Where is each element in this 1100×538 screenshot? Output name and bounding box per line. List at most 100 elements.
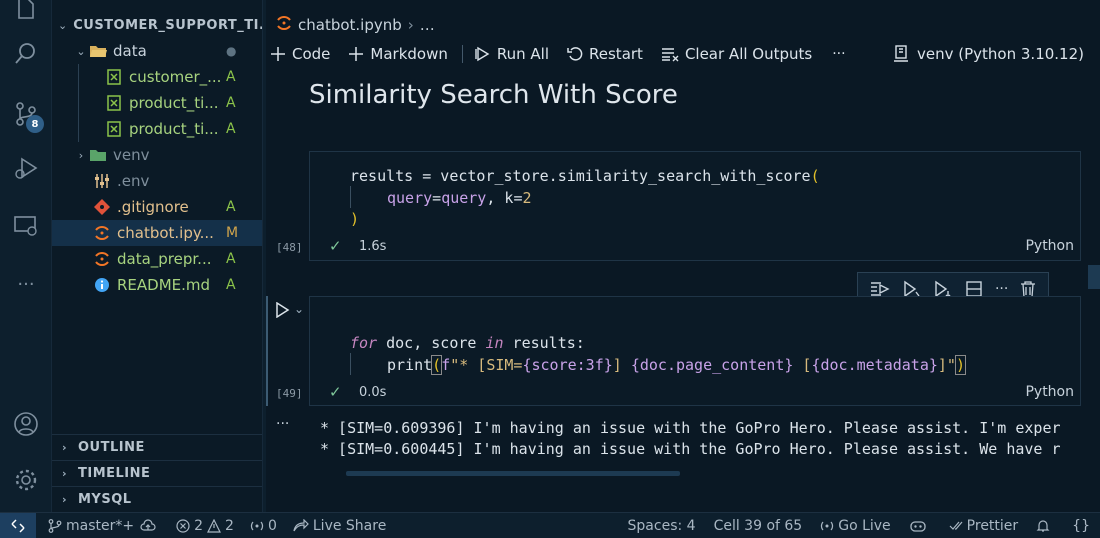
radio-tower-icon [250, 521, 264, 530]
run-all-button[interactable]: Run All [475, 45, 549, 63]
run-cell-icon[interactable] [274, 301, 290, 322]
code-line[interactable]: query=query, k=2 [387, 187, 532, 209]
status-bar-right: Spaces: 4 Cell 39 of 65 Go Live Prettier… [610, 513, 1090, 538]
execution-count: [49] [276, 387, 303, 400]
tree-item-data-folder[interactable]: ⌄ data ● [52, 38, 264, 64]
breadcrumb-separator: › [407, 16, 414, 34]
jupyter-icon [92, 250, 112, 268]
run-debug-icon[interactable] [0, 150, 52, 186]
breadcrumb-file[interactable]: chatbot.ipynb [298, 16, 402, 34]
account-icon[interactable] [0, 406, 52, 442]
jupyter-icon [276, 15, 292, 35]
settings-sliders-icon [92, 172, 112, 190]
prettier-button[interactable]: Prettier [949, 518, 1018, 534]
remote-indicator[interactable] [0, 512, 36, 538]
toolbar-more-button[interactable]: ··· [832, 46, 845, 62]
tree-item-file-selected[interactable]: chatbot.ipy... M [52, 220, 264, 246]
tree-item-venv-folder[interactable]: › venv [52, 142, 264, 168]
outline-section[interactable]: › OUTLINE [52, 434, 264, 460]
notifications-bell-icon[interactable] [1036, 519, 1054, 533]
tree-item-file[interactable]: product_ti... A [52, 90, 264, 116]
remote-explorer-icon[interactable] [0, 208, 52, 244]
code-line[interactable]: for doc, score in results: [350, 332, 585, 354]
horizontal-scrollbar[interactable] [346, 471, 680, 476]
cell-focus-indicator [266, 296, 268, 406]
breadcrumb-more[interactable]: … [420, 16, 435, 34]
indentation-indicator[interactable]: Spaces: 4 [628, 518, 696, 534]
notebook-editor: chatbot.ipynb › … Code Markdown Run All … [266, 0, 1100, 512]
folder-open-icon [88, 42, 108, 60]
spreadsheet-file-icon [104, 94, 124, 112]
chevron-down-icon: ⌄ [58, 18, 68, 32]
add-code-cell-button[interactable]: Code [270, 45, 330, 63]
tree-item-file[interactable]: .env [52, 168, 264, 194]
remote-icon [11, 518, 25, 533]
live-share-icon [293, 518, 309, 531]
info-icon [92, 276, 112, 294]
cell-position-indicator[interactable]: Cell 39 of 65 [714, 518, 803, 534]
git-branch-icon [48, 518, 62, 533]
cell-language[interactable]: Python [1025, 238, 1074, 254]
add-markdown-cell-button[interactable]: Markdown [348, 45, 448, 63]
restart-kernel-button[interactable]: Restart [567, 45, 643, 63]
broadcast-icon [821, 521, 834, 531]
plus-icon [349, 47, 364, 61]
status-bar: master*+ 2 2 0 Live Share Spaces: 4 Cell… [0, 512, 1100, 538]
go-live-button[interactable]: Go Live [820, 518, 891, 534]
chevron-down-icon[interactable]: ⌄ [294, 302, 304, 316]
execution-count: [48] [276, 241, 303, 254]
folder-icon [88, 146, 108, 164]
notebook-toolbar: Code Markdown Run All Restart Clear All … [266, 40, 1100, 68]
output-line: * [SIM=0.609396] I'm having an issue wit… [320, 419, 1061, 437]
double-check-icon [949, 521, 963, 530]
ports-indicator[interactable]: 0 [250, 518, 277, 534]
markdown-heading: Similarity Search With Score [309, 80, 678, 110]
code-line[interactable]: ) [350, 208, 359, 230]
git-icon [92, 198, 112, 216]
indent-guide [350, 353, 351, 375]
spreadsheet-file-icon [104, 120, 124, 138]
tree-item-file[interactable]: customer_... A [52, 64, 264, 90]
success-check-icon: ✓ [329, 383, 342, 401]
explorer-root-folder[interactable]: ⌄ CUSTOMER_SUPPORT_TI... [52, 12, 264, 38]
restart-icon [567, 47, 583, 61]
git-branch[interactable]: master*+ [48, 518, 160, 534]
problems-indicator[interactable]: 2 2 [176, 518, 234, 534]
activity-bar: 8 ··· [0, 0, 52, 512]
indent-guide [350, 186, 351, 208]
success-check-icon: ✓ [329, 237, 342, 255]
mysql-section[interactable]: › MYSQL [52, 486, 264, 512]
live-share-button[interactable]: Live Share [293, 518, 386, 534]
plus-icon [271, 47, 285, 61]
tree-item-file[interactable]: .gitignore A [52, 194, 264, 220]
tree-item-file[interactable]: product_ti... A [52, 116, 264, 142]
code-line[interactable]: results = vector_store.similarity_search… [350, 165, 820, 187]
cell-language[interactable]: Python [1025, 384, 1074, 400]
kernel-picker[interactable]: venv (Python 3.10.12) [893, 40, 1084, 68]
breadcrumb: chatbot.ipynb › … [276, 14, 435, 36]
timeline-section[interactable]: › TIMELINE [52, 460, 264, 486]
source-control-badge: 8 [26, 115, 44, 133]
tree-item-file[interactable]: data_prepr... A [52, 246, 264, 272]
more-actions-icon[interactable]: ··· [995, 281, 1008, 297]
search-icon[interactable] [0, 36, 52, 72]
output-line: * [SIM=0.600445] I'm having an issue wit… [320, 440, 1061, 458]
clear-outputs-icon [661, 48, 679, 62]
sync-cloud-icon [140, 518, 156, 531]
output-more-button[interactable]: ··· [276, 416, 289, 432]
language-mode-indicator[interactable]: {} [1072, 518, 1090, 534]
settings-gear-icon[interactable] [0, 462, 52, 498]
explorer-icon[interactable] [0, 0, 52, 28]
error-icon [176, 518, 190, 533]
clear-all-outputs-button[interactable]: Clear All Outputs [661, 45, 812, 63]
chevron-down-icon: ⌄ [76, 44, 86, 58]
tree-item-file[interactable]: README.md A [52, 272, 264, 298]
execution-time: 0.0s [359, 385, 387, 400]
vertical-scrollbar[interactable] [1088, 265, 1100, 289]
jupyter-icon [92, 224, 112, 242]
more-icon[interactable]: ··· [0, 266, 52, 302]
chevron-right-icon: › [62, 467, 68, 480]
warning-icon [207, 518, 222, 533]
code-line[interactable]: print(f"* [SIM={score:3f}] {doc.page_con… [387, 354, 967, 376]
copilot-icon[interactable] [909, 519, 931, 533]
